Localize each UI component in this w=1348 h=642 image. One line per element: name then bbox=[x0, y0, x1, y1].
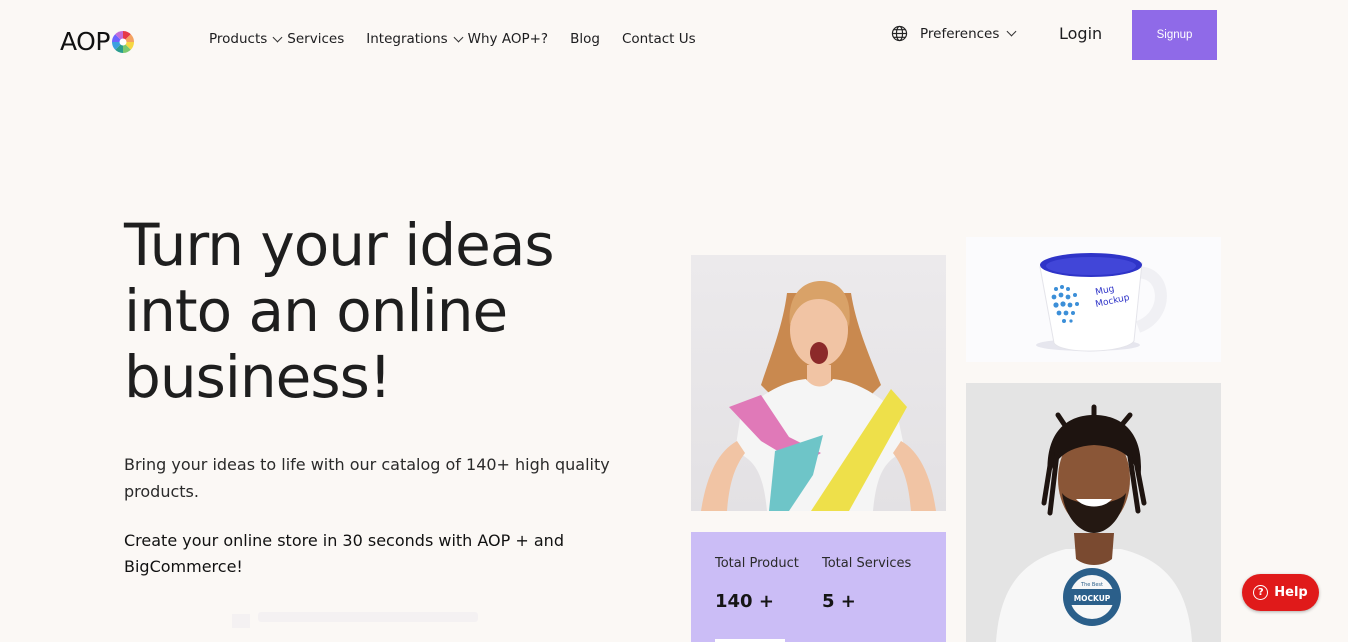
woman-illustration bbox=[701, 281, 936, 511]
nav-contact-us-label: Contact Us bbox=[621, 31, 696, 47]
nav-blog-label: Blog bbox=[570, 31, 600, 47]
hero-title-line: Turn your ideas bbox=[124, 211, 555, 279]
nav-products-label: Products bbox=[209, 31, 268, 47]
nav-why-aop[interactable]: Why AOP+? bbox=[468, 31, 548, 47]
tshirt-print-sublabel: The Best bbox=[1080, 582, 1103, 588]
question-circle-icon: ? bbox=[1253, 585, 1269, 600]
stat-total-services: Total Services 5 + bbox=[822, 556, 911, 612]
globe-icon bbox=[891, 25, 908, 42]
stat-value: 5 + bbox=[822, 591, 856, 612]
nav-integrations[interactable]: Integrations bbox=[366, 31, 467, 47]
nav-blog[interactable]: Blog bbox=[570, 31, 600, 47]
hero-cta-text: Create your online store in 30 seconds w… bbox=[124, 531, 564, 576]
hero-title: Turn your ideas into an online business! bbox=[124, 212, 664, 410]
man-illustration: MOCKUP The Best bbox=[996, 404, 1192, 642]
chevron-down-icon bbox=[272, 32, 283, 42]
bigcommerce-partner-logo bbox=[232, 612, 478, 628]
logo-text: AOP bbox=[60, 27, 110, 56]
login-link[interactable]: Login bbox=[1059, 24, 1102, 43]
hero-title-line: into an online bbox=[124, 277, 508, 345]
main-menu: Products Services Integrations Why AOP+?… bbox=[209, 31, 696, 47]
man-tshirt-photo: MOCKUP The Best bbox=[966, 383, 1221, 642]
stat-value: 140 + bbox=[715, 591, 774, 612]
logo-flower-icon bbox=[111, 30, 134, 53]
chevron-down-icon bbox=[453, 32, 464, 42]
preferences-label: Preferences bbox=[920, 25, 1000, 42]
help-button[interactable]: ? Help bbox=[1242, 574, 1319, 611]
preferences-dropdown[interactable]: Preferences bbox=[891, 25, 1021, 42]
tshirt-print-label: MOCKUP bbox=[1074, 594, 1111, 603]
mug-illustration: Mug Mockup bbox=[1036, 253, 1167, 352]
hero-title-line: business! bbox=[124, 343, 392, 411]
mug-mockup-photo: Mug Mockup bbox=[966, 237, 1221, 362]
aop-logo[interactable]: AOP bbox=[60, 27, 135, 56]
top-navigation: AOP Products Services Integrations Why A bbox=[0, 0, 1348, 80]
stat-label: Total Product bbox=[715, 556, 799, 571]
woman-tshirt-photo bbox=[691, 255, 946, 511]
stats-card: Total Product 140 + Total Services 5 + bbox=[691, 532, 946, 642]
hero-subtitle: Bring your ideas to life with our catalo… bbox=[124, 455, 610, 501]
chevron-down-icon bbox=[1006, 26, 1017, 37]
nav-why-aop-label: Why AOP+? bbox=[467, 31, 549, 47]
signup-button[interactable]: Signup bbox=[1132, 10, 1217, 60]
stat-total-product: Total Product 140 + bbox=[715, 556, 799, 612]
nav-services[interactable]: Services bbox=[287, 31, 344, 47]
help-label: Help bbox=[1274, 585, 1308, 600]
nav-integrations-label: Integrations bbox=[366, 31, 448, 47]
nav-services-label: Services bbox=[287, 31, 345, 47]
nav-products[interactable]: Products bbox=[209, 31, 287, 47]
nav-contact-us[interactable]: Contact Us bbox=[622, 31, 696, 47]
stat-label: Total Services bbox=[822, 556, 912, 571]
